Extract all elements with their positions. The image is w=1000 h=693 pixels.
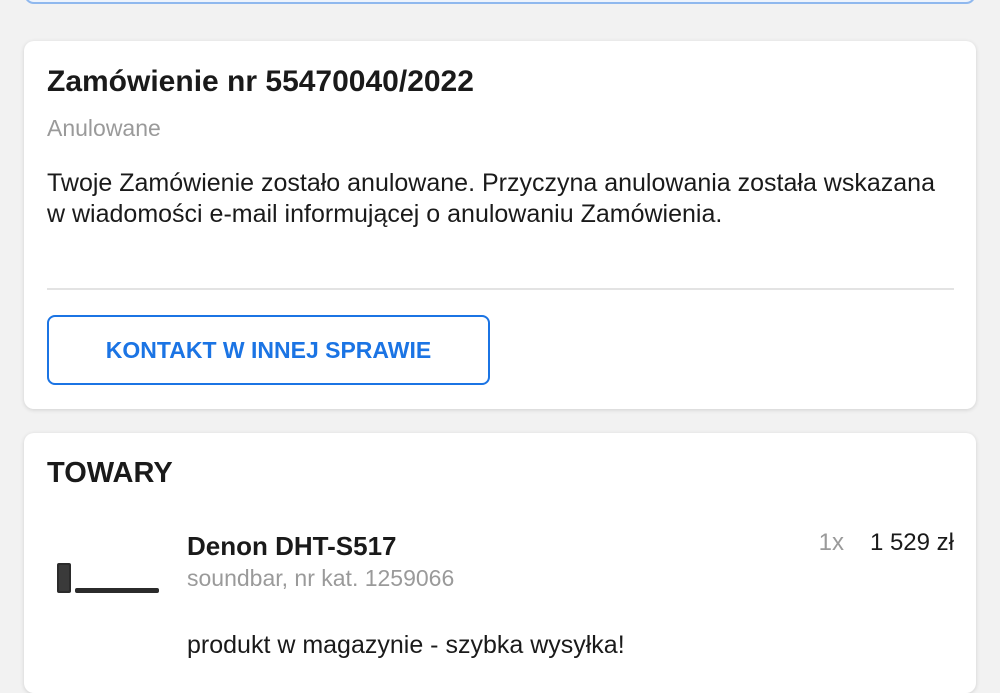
product-availability: produkt w magazynie - szybka wysyłka! — [187, 631, 625, 659]
contact-other-matter-button[interactable]: KONTAKT W INNEJ SPRAWIE — [47, 315, 490, 385]
order-cancellation-message: Twoje Zamówienie zostało anulowane. Przy… — [47, 169, 935, 228]
items-card: TOWARY Denon DHT-S517 soundbar, nr kat. … — [24, 433, 976, 693]
order-title: Zamówienie nr 55470040/2022 — [47, 65, 474, 98]
soundbar-image — [57, 563, 159, 593]
product-name[interactable]: Denon DHT-S517 — [187, 531, 397, 562]
product-quantity: 1x — [818, 529, 844, 556]
divider — [47, 288, 954, 290]
product-description: soundbar, nr kat. 1259066 — [187, 565, 455, 591]
order-status: Anulowane — [47, 115, 161, 141]
top-info-banner — [24, 0, 976, 4]
product-row[interactable]: Denon DHT-S517 soundbar, nr kat. 1259066… — [47, 525, 954, 665]
product-price: 1 529 zł — [869, 529, 954, 556]
items-section-title: TOWARY — [47, 457, 173, 489]
order-card: Zamówienie nr 55470040/2022 Anulowane Tw… — [24, 41, 976, 409]
